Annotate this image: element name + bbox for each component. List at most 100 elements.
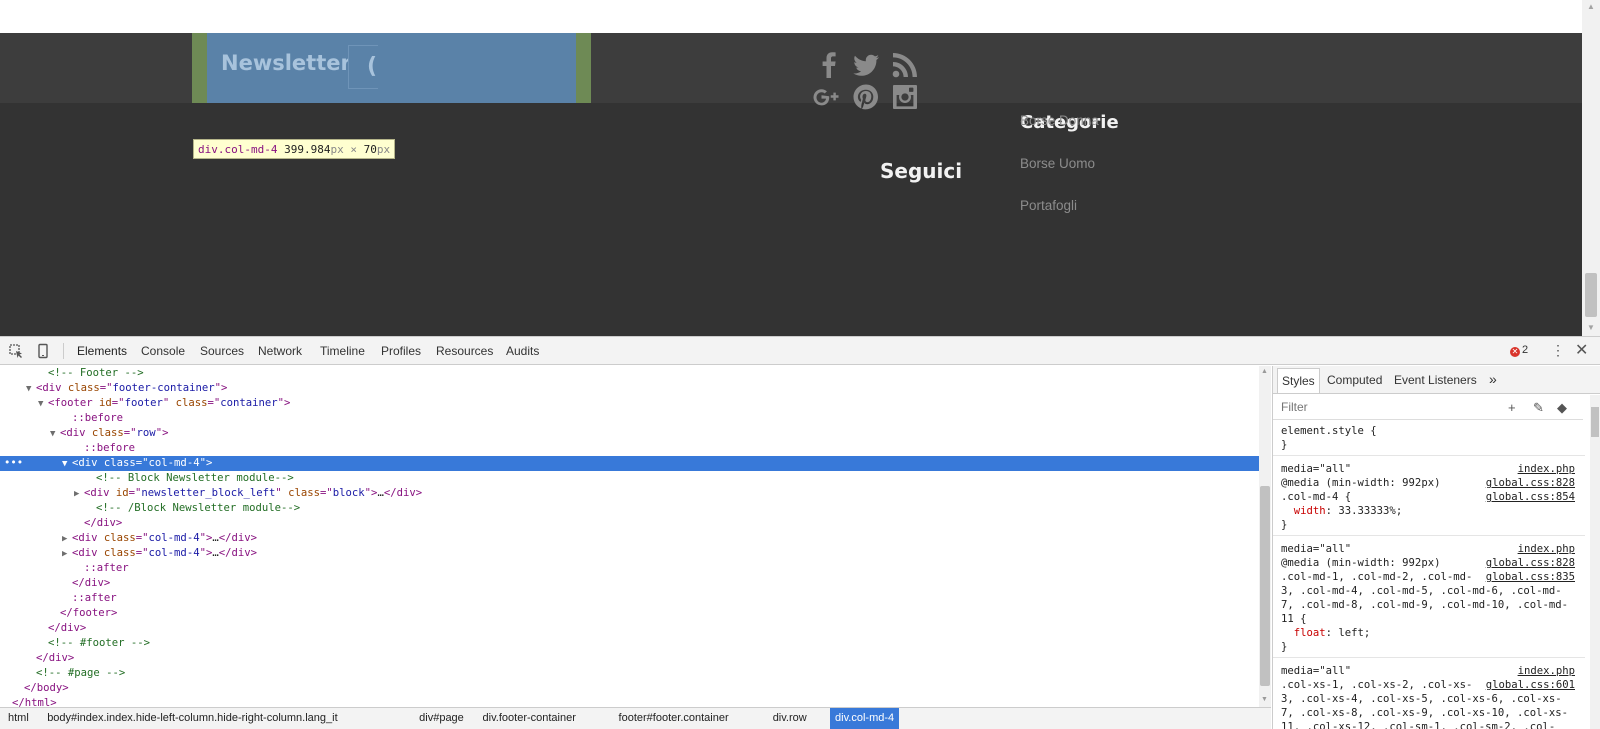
category-link-borse-donna[interactable]: Borse Donna <box>1020 112 1100 130</box>
css-rule-block[interactable]: element.style {} <box>1273 420 1585 456</box>
css-rule-line: 3, .col-md-4, .col-md-5, .col-md-6, .col… <box>1281 585 1562 597</box>
css-rule-line: .col-xs-1, .col-xs-2, .col-xs- <box>1281 679 1473 691</box>
tab-console[interactable]: Console <box>141 344 185 358</box>
tab-timeline[interactable]: Timeline <box>320 344 365 358</box>
dom-node[interactable]: ▶ <div id="newsletter_block_left" class="… <box>0 486 1259 501</box>
node-actions-icon[interactable]: ••• <box>4 456 23 471</box>
breadcrumb-item[interactable]: html <box>8 712 29 724</box>
tab-network[interactable]: Network <box>258 344 302 358</box>
css-rule-line: .col-md-4 { <box>1281 491 1352 503</box>
dom-node[interactable]: <!-- /Block Newsletter module--> <box>0 501 1259 516</box>
breadcrumb-item[interactable]: div.row <box>773 712 807 724</box>
tooltip-unit: px <box>330 143 344 156</box>
styles-tabbar: Styles Computed Event Listeners » <box>1273 366 1600 394</box>
tab-resources[interactable]: Resources <box>436 344 493 358</box>
tab-computed[interactable]: Computed <box>1327 373 1382 387</box>
page-scroll-up-arrow[interactable]: ▲ <box>1586 2 1596 11</box>
facebook-icon[interactable] <box>815 51 843 79</box>
dom-node[interactable]: </div> <box>0 621 1259 636</box>
dom-tree[interactable]: <!-- Footer --> ▼ <div class="footer-conta… <box>0 366 1259 707</box>
stylesheet-source-link[interactable]: index.php <box>1518 462 1575 476</box>
tab-audits[interactable]: Audits <box>506 344 539 358</box>
dom-node[interactable]: ▼ <div class="row"> <box>0 426 1259 441</box>
stylesheet-source-link[interactable]: index.php <box>1518 664 1575 678</box>
dom-node[interactable]: ::before <box>0 441 1259 456</box>
dom-node[interactable]: </div> <box>0 651 1259 666</box>
breadcrumb-item[interactable]: div#page <box>419 712 464 724</box>
dom-node[interactable]: ::after <box>0 591 1259 606</box>
dom-node-selected[interactable]: ••• ▼ <div class="col-md-4"> <box>0 456 1259 471</box>
pinterest-icon[interactable] <box>852 83 880 111</box>
tab-styles[interactable]: Styles <box>1277 368 1320 393</box>
dom-scroll-up-arrow[interactable]: ▲ <box>1261 368 1268 375</box>
twitter-icon[interactable] <box>852 51 880 79</box>
rss-icon[interactable] <box>891 51 919 79</box>
dom-scroll-thumb[interactable] <box>1260 486 1270 686</box>
google-plus-icon[interactable] <box>812 83 840 111</box>
tab-event-listeners[interactable]: Event Listeners <box>1394 373 1477 387</box>
styles-scrollbar[interactable] <box>1590 395 1600 729</box>
dom-node[interactable]: <!-- Footer --> <box>0 366 1259 381</box>
expand-toggle-icon[interactable]: ▶ <box>74 487 84 502</box>
page-scroll-thumb[interactable] <box>1585 273 1597 317</box>
dom-node[interactable]: </body> <box>0 681 1259 696</box>
stylesheet-source-link[interactable]: index.php <box>1518 542 1575 556</box>
inspect-element-icon[interactable] <box>8 343 24 359</box>
tab-profiles[interactable]: Profiles <box>381 344 421 358</box>
instagram-icon[interactable] <box>891 83 919 111</box>
dom-node[interactable]: </div> <box>0 516 1259 531</box>
more-tabs-icon[interactable]: » <box>1489 371 1497 387</box>
tab-elements[interactable]: Elements <box>77 344 127 358</box>
css-rule-line: } <box>1281 641 1288 653</box>
stylesheet-source-link[interactable]: global.css:854 <box>1486 490 1575 504</box>
css-rule-line: float: left; <box>1293 627 1371 639</box>
expand-toggle-icon[interactable]: ▶ <box>62 547 72 562</box>
dom-scroll-down-arrow[interactable]: ▼ <box>1261 696 1268 703</box>
dom-node[interactable]: </html> <box>0 696 1259 707</box>
dom-node[interactable]: ▶ <div class="col-md-4">…</div> <box>0 531 1259 546</box>
newsletter-email-input[interactable] <box>348 45 378 89</box>
error-counter[interactable]: ✕ 2 <box>1510 344 1528 357</box>
css-rule-block[interactable]: media="all" index.php @media (min-width: 9… <box>1273 538 1585 658</box>
expand-toggle-icon[interactable]: ▼ <box>26 382 36 397</box>
breadcrumb-item[interactable]: body#index.index.hide-left-column.hide-r… <box>47 712 337 724</box>
breadcrumb-item[interactable]: div.col-md-4 <box>830 708 900 729</box>
dom-node[interactable]: </div> <box>0 576 1259 591</box>
color-format-icon[interactable]: ◆ <box>1557 400 1567 416</box>
dom-node[interactable]: ▼ <div class="footer-container"> <box>0 381 1259 396</box>
stylesheet-source-link[interactable]: global.css:828 <box>1486 556 1575 570</box>
dom-node[interactable]: ::before <box>0 411 1259 426</box>
stylesheet-source-link[interactable]: global.css:835 <box>1486 570 1575 584</box>
device-mode-icon[interactable] <box>35 343 51 359</box>
dom-node[interactable]: <!-- #page --> <box>0 666 1259 681</box>
tab-sources[interactable]: Sources <box>200 344 244 358</box>
styles-filter-input[interactable] <box>1281 400 1481 414</box>
page-scroll-down-arrow[interactable]: ▼ <box>1586 323 1596 332</box>
more-options-icon[interactable]: ⋮ <box>1551 342 1565 359</box>
stylesheet-source-link[interactable]: global.css:601 <box>1486 678 1575 692</box>
stylesheet-source-link[interactable]: global.css:828 <box>1486 476 1575 490</box>
expand-toggle-icon[interactable]: ▶ <box>62 532 72 547</box>
dom-node[interactable]: ▶ <div class="col-md-4">…</div> <box>0 546 1259 561</box>
dom-node[interactable]: ▼ <footer id="footer" class="container"> <box>0 396 1259 411</box>
expand-toggle-icon[interactable]: ▼ <box>62 457 72 472</box>
category-link-borse-uomo[interactable]: Borse Uomo <box>1020 155 1100 173</box>
dom-node[interactable]: </footer> <box>0 606 1259 621</box>
css-rule-block[interactable]: media="all" index.php .col-xs-1, .col-xs-2… <box>1273 660 1585 729</box>
dom-tree-scrollbar[interactable]: ▲ ▼ <box>1259 366 1271 707</box>
dom-node[interactable]: ::after <box>0 561 1259 576</box>
media-attribute: media="all" <box>1281 665 1352 677</box>
category-link-portafogli[interactable]: Portafogli <box>1020 197 1100 215</box>
newsletter-title: Newsletter <box>221 51 351 75</box>
new-style-rule-icon[interactable]: + <box>1508 400 1516 415</box>
toggle-element-state-icon[interactable]: ✎ <box>1533 400 1544 416</box>
close-devtools-icon[interactable]: ✕ <box>1575 340 1588 360</box>
css-rule-block[interactable]: media="all" index.php @media (min-width: 9… <box>1273 458 1585 536</box>
dom-node[interactable]: <!-- #footer --> <box>0 636 1259 651</box>
breadcrumb-item[interactable]: footer#footer.container <box>619 712 729 724</box>
expand-toggle-icon[interactable]: ▼ <box>38 397 48 412</box>
expand-toggle-icon[interactable]: ▼ <box>50 427 60 442</box>
dom-node[interactable]: <!-- Block Newsletter module--> <box>0 471 1259 486</box>
styles-scroll-thumb[interactable] <box>1591 407 1599 437</box>
breadcrumb-item[interactable]: div.footer-container <box>483 712 576 724</box>
